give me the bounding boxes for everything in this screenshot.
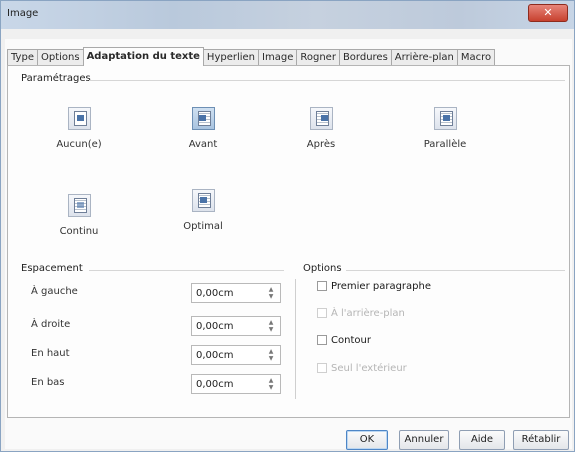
spacing-top-row: En haut ▲▼ [31,345,281,365]
option-seul-exterieur: Seul l'extérieur [317,361,407,375]
seul-exterieur-checkbox [317,363,327,373]
options-header: Options [303,263,342,274]
wrap-through-label: Continu [59,226,99,237]
title-bar[interactable]: Image ✕ [1,1,574,29]
wrap-option-none[interactable]: Aucun(e) [49,107,109,150]
tab-adaptation-du-texte[interactable]: Adaptation du texte [82,47,204,66]
spacing-bottom-row: En bas ▲▼ [31,374,281,394]
wrap-parallel-icon [433,107,457,130]
premier-paragraphe-label: Premier paragraphe [331,280,431,292]
wrap-option-parallel[interactable]: Parallèle [415,107,475,150]
parametrages-header: Paramétrages [21,73,91,84]
arriere-plan-label: À l'arrière-plan [331,307,405,319]
window-title: Image [7,8,39,19]
spin-buttons-icon[interactable]: ▲ ▼ [264,319,278,333]
tab-image[interactable]: Image [258,49,298,66]
contour-label: Contour [331,334,371,346]
spacing-bottom-input[interactable] [192,375,252,393]
wrap-none-icon [67,107,91,130]
option-arriere-plan: À l'arrière-plan [317,306,405,320]
tab-rogner[interactable]: Rogner [296,49,340,66]
cancel-button[interactable]: Annuler [399,430,449,450]
options-divider [346,270,565,271]
spacing-left-label: À gauche [31,286,78,297]
wrap-after-label: Après [306,139,336,150]
wrap-option-after[interactable]: Après [291,107,351,150]
spacing-left-input[interactable] [192,284,252,302]
wrap-option-before[interactable]: Avant [173,107,233,150]
group-separator [295,279,296,399]
spacing-right-input[interactable] [192,317,252,335]
spacing-top-spinbox[interactable]: ▲▼ [191,345,281,365]
wrap-none-label: Aucun(e) [56,139,102,150]
spacing-bottom-label: En bas [31,377,65,388]
wrap-before-label: Avant [188,139,218,150]
image-dialog: Image ✕ Type Options Adaptation du texte… [0,0,575,452]
spacing-left-row: À gauche ▲▼ [31,283,281,303]
spacing-top-label: En haut [31,348,70,359]
spacing-right-spinbox[interactable]: ▲▼ [191,316,281,336]
option-contour[interactable]: Contour [317,333,371,347]
spin-buttons-icon[interactable]: ▲ ▼ [264,286,278,300]
wrap-option-optimal[interactable]: Optimal [173,189,233,232]
reset-button[interactable]: Rétablir [513,430,569,450]
spacing-left-spinbox[interactable]: ▲▼ [191,283,281,303]
wrap-optimal-icon [191,189,215,212]
tab-arriere-plan[interactable]: Arrière-plan [390,49,458,66]
wrap-parallel-label: Parallèle [423,139,467,150]
option-premier-paragraphe[interactable]: Premier paragraphe [317,279,431,293]
arriere-plan-checkbox [317,308,327,318]
tab-hyperlien[interactable]: Hyperlien [202,49,260,66]
close-button[interactable]: ✕ [528,4,568,22]
help-button[interactable]: Aide [459,430,505,450]
tab-type[interactable]: Type [7,49,38,66]
spacing-right-label: À droite [31,319,71,330]
spacing-top-input[interactable] [192,346,252,364]
espacement-divider [89,270,284,271]
spacing-bottom-spinbox[interactable]: ▲▼ [191,374,281,394]
tab-macro[interactable]: Macro [456,49,496,66]
spacing-right-row: À droite ▲▼ [31,316,281,336]
spin-buttons-icon[interactable]: ▲ ▼ [264,348,278,362]
wrap-optimal-label: Optimal [183,221,223,232]
spin-buttons-icon[interactable]: ▲ ▼ [264,377,278,391]
wrap-after-icon [309,107,333,130]
close-icon: ✕ [543,6,553,19]
parametrages-divider [89,80,565,81]
tab-bordures[interactable]: Bordures [338,49,392,66]
espacement-header: Espacement [21,263,83,274]
wrap-before-icon [191,107,215,130]
ok-button[interactable]: OK [346,430,388,450]
premier-paragraphe-checkbox[interactable] [317,281,327,291]
tab-bar: Type Options Adaptation du texte Hyperli… [7,47,496,66]
seul-exterieur-label: Seul l'extérieur [331,362,407,374]
tab-options[interactable]: Options [36,49,84,66]
contour-checkbox[interactable] [317,335,327,345]
wrap-through-icon [67,194,91,217]
wrap-option-through[interactable]: Continu [49,194,109,237]
